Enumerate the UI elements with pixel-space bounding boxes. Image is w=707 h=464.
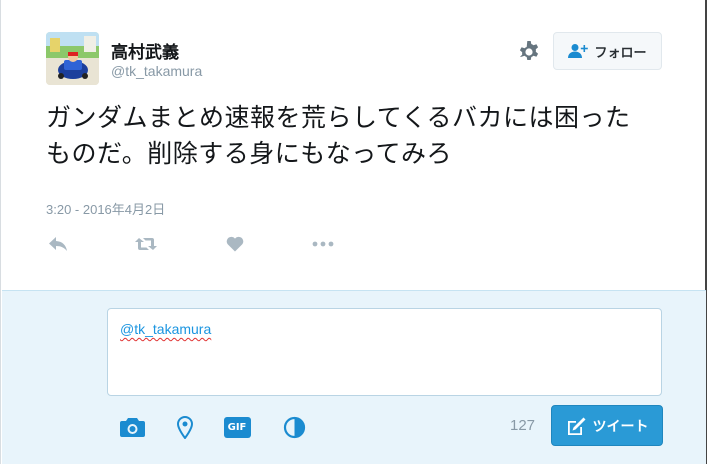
reply-input[interactable]: @tk_takamura [107, 308, 662, 396]
tweet-text-line: ものだ。削除する身にもなってみろ [46, 139, 453, 168]
retweet-icon[interactable] [134, 232, 158, 256]
reply-icon[interactable] [46, 232, 70, 256]
display-name[interactable]: 高村武義 [111, 38, 179, 63]
avatar[interactable] [46, 32, 99, 85]
reply-composer: @tk_takamura GIF 127 ツイート [2, 290, 706, 464]
follow-label: フォロー [594, 45, 647, 61]
add-user-icon [568, 44, 589, 58]
tweet-text-line: ガンダムまとめ速報を荒らしてくるバカには困った [46, 103, 631, 132]
gif-icon[interactable]: GIF [223, 415, 251, 439]
reply-mention: @tk_takamura [120, 321, 212, 337]
timestamp[interactable]: 3:20 - 2016年4月2日 [46, 199, 165, 218]
tweet-card: 高村武義 @tk_takamura フォロー ガンダムまとめ速報を荒らしてくるバ… [0, 0, 707, 464]
gif-label: GIF [223, 416, 251, 438]
tweet-text: ガンダムまとめ速報を荒らしてくるバカには困った ものだ。削除する身にもなってみろ [46, 100, 666, 172]
tweet-button[interactable]: ツイート [551, 405, 663, 446]
tweet-button-label: ツイート [592, 418, 649, 435]
gear-icon[interactable] [517, 40, 541, 64]
location-icon[interactable] [171, 415, 199, 439]
screen-name[interactable]: @tk_takamura [111, 63, 202, 79]
camera-icon[interactable] [118, 415, 146, 439]
compose-icon [567, 417, 585, 435]
char-counter: 127 [510, 417, 536, 434]
more-icon[interactable] [311, 232, 335, 256]
like-icon[interactable] [223, 232, 247, 256]
poll-icon[interactable] [280, 415, 308, 439]
follow-button[interactable]: フォロー [553, 32, 662, 70]
